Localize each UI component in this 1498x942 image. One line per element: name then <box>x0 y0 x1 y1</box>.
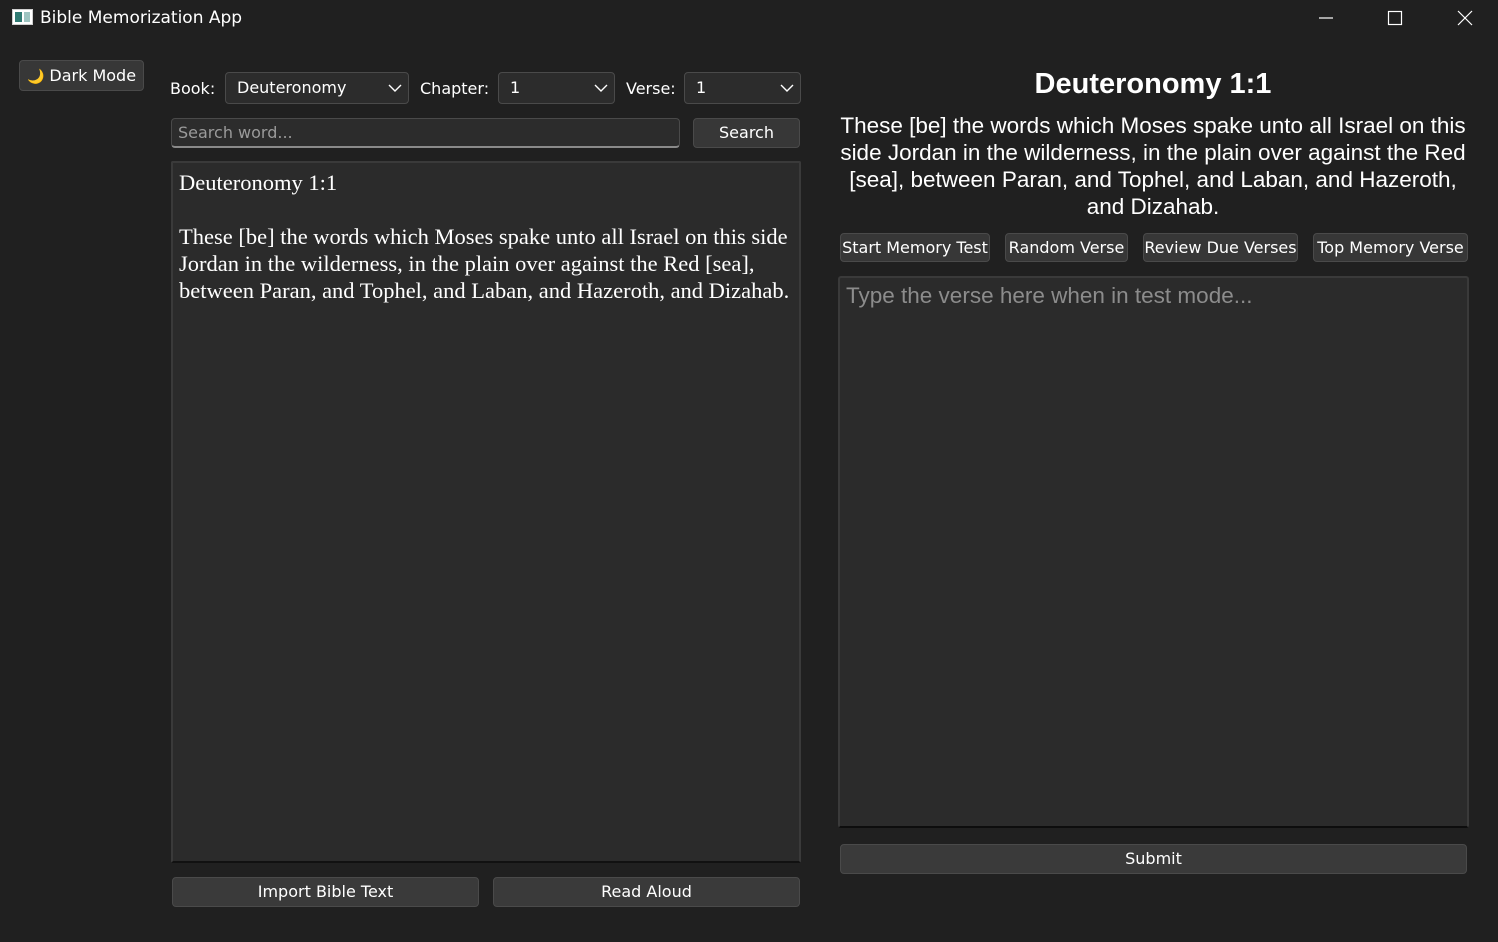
chapter-select[interactable]: 1 <box>498 72 615 104</box>
main-window: 🌙 Dark Mode Book: Deuteronomy Chapter: 1 … <box>0 38 1498 942</box>
maximize-icon <box>1387 10 1403 26</box>
close-button[interactable] <box>1430 0 1498 36</box>
chapter-select-value: 1 <box>510 78 521 97</box>
minimize-button[interactable] <box>1291 0 1361 36</box>
answer-textarea[interactable] <box>838 276 1469 828</box>
memory-heading: Deuteronomy 1:1 <box>1034 68 1272 100</box>
chevron-down-icon <box>388 84 402 92</box>
dark-mode-label: Dark Mode <box>49 66 137 85</box>
verse-select[interactable]: 1 <box>684 72 801 104</box>
random-verse-button[interactable]: Random Verse <box>1005 233 1128 262</box>
dark-mode-button[interactable]: 🌙 Dark Mode <box>19 60 144 91</box>
search-button[interactable]: Search <box>693 118 800 148</box>
verse-label: Verse: <box>626 79 676 98</box>
chevron-down-icon <box>780 84 794 92</box>
verse-body: These [be] the words which Moses spake u… <box>179 224 790 303</box>
read-aloud-button[interactable]: Read Aloud <box>493 877 800 907</box>
chevron-down-icon <box>594 84 608 92</box>
app-icon <box>12 9 33 25</box>
submit-button[interactable]: Submit <box>840 844 1467 874</box>
maximize-button[interactable] <box>1360 0 1430 36</box>
title-bar: Bible Memorization App <box>0 0 1498 38</box>
search-input[interactable] <box>171 118 680 148</box>
memory-verse-text: These [be] the words which Moses spake u… <box>840 113 1466 219</box>
chapter-label: Chapter: <box>420 79 490 98</box>
book-select-value: Deuteronomy <box>237 78 347 97</box>
moon-icon: 🌙 <box>26 69 45 85</box>
book-select[interactable]: Deuteronomy <box>225 72 409 104</box>
window-title: Bible Memorization App <box>40 8 243 28</box>
verse-select-value: 1 <box>696 78 707 97</box>
top-memory-verse-button[interactable]: Top Memory Verse <box>1313 233 1468 262</box>
close-icon <box>1457 10 1473 26</box>
import-bible-text-button[interactable]: Import Bible Text <box>172 877 479 907</box>
start-memory-test-button[interactable]: Start Memory Test <box>840 233 990 262</box>
review-due-verses-button[interactable]: Review Due Verses <box>1143 233 1298 262</box>
minimize-icon <box>1319 17 1333 19</box>
verse-reference: Deuteronomy 1:1 <box>179 170 338 195</box>
verse-text-panel[interactable]: Deuteronomy 1:1 These [be] the words whi… <box>171 161 801 863</box>
book-label: Book: <box>170 79 216 98</box>
